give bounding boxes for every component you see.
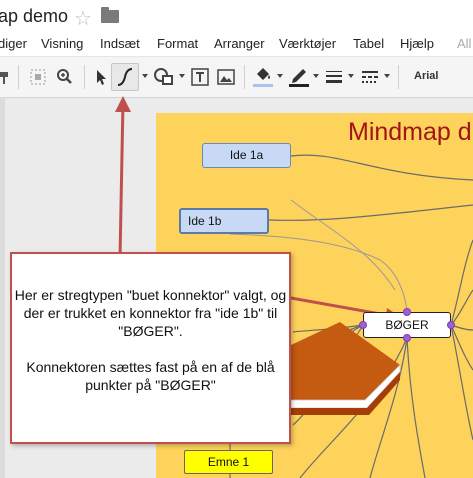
node-idea-1a[interactable]: Ide 1a	[202, 143, 291, 168]
connection-handle-left[interactable]	[359, 321, 367, 329]
connection-handle-bottom[interactable]	[403, 334, 411, 342]
node-emne-1[interactable]: Emne 1	[184, 450, 273, 474]
connection-handle-top[interactable]	[403, 308, 411, 316]
node-idea-1b[interactable]: Ide 1b	[179, 208, 269, 234]
callout-paragraph: Her er stregtypen "buet konnektor" valgt…	[14, 287, 287, 339]
annotation-callout: Her er stregtypen "buet konnektor" valgt…	[10, 252, 291, 444]
callout-paragraph: Konnektoren sættes fast på en af de blå …	[26, 359, 275, 393]
connection-handle-right[interactable]	[447, 321, 455, 329]
